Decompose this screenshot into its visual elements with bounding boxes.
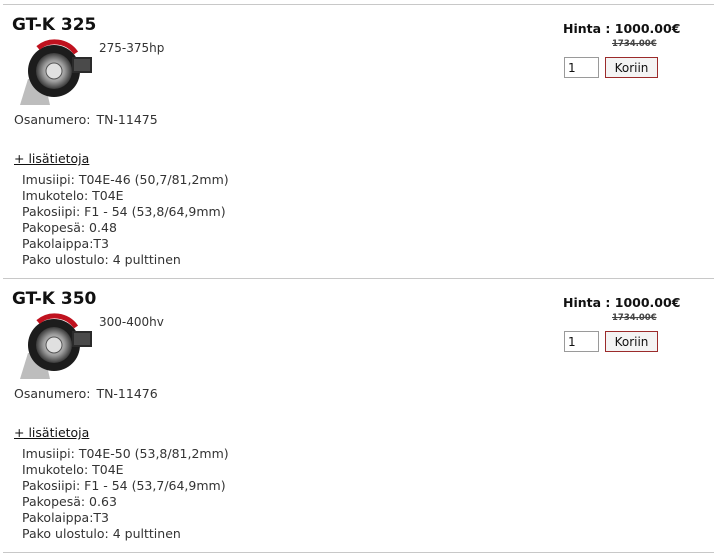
quantity-input[interactable] — [564, 57, 599, 78]
spec-list: Imusiipi: T04E-46 (50,7/81,2mm) Imukotel… — [22, 172, 229, 268]
part-number: Osanumero: TN-11476 — [14, 386, 158, 401]
price: Hinta : 1000.00€ — [563, 295, 681, 310]
spec-list: Imusiipi: T04E-50 (53,8/81,2mm) Imukotel… — [22, 446, 229, 542]
power-rating: 275-375hp — [99, 41, 165, 55]
old-price: 1734.00€ — [612, 39, 657, 49]
price-box: Hinta : 1000.00€ 1734.00€ Koriin — [563, 295, 703, 352]
spec-item: Pakopesä: 0.63 — [22, 494, 117, 509]
turbocharger-icon[interactable] — [14, 313, 94, 379]
price-box: Hinta : 1000.00€ 1734.00€ Koriin — [563, 21, 703, 78]
product-title[interactable]: GT-K 350 — [12, 289, 96, 309]
quantity-input[interactable] — [564, 331, 599, 352]
spec-item: Imukotelo: T04E — [22, 188, 124, 203]
more-info-link[interactable]: + lisätietoja — [14, 151, 89, 166]
add-to-cart-button[interactable]: Koriin — [605, 331, 658, 352]
spec-item: Imusiipi: T04E-46 (50,7/81,2mm) — [22, 172, 229, 187]
product-card: GT-K 350 300-400hv Osanumero: TN-11476 +… — [3, 278, 714, 553]
part-number: Osanumero: TN-11475 — [14, 112, 158, 127]
spec-item: Pakopesä: 0.48 — [22, 220, 117, 235]
product-card: GT-K 325 275-375hp Osanumero: TN-11475 +… — [3, 4, 714, 278]
spec-item: Pakosiipi: F1 - 54 (53,8/64,9mm) — [22, 204, 226, 219]
product-title[interactable]: GT-K 325 — [12, 15, 96, 35]
part-number-value: TN-11476 — [96, 386, 158, 401]
spec-item: Imusiipi: T04E-50 (53,8/81,2mm) — [22, 446, 229, 461]
spec-item: Pakosiipi: F1 - 54 (53,7/64,9mm) — [22, 478, 226, 493]
spec-item: Pakolaippa:T3 — [22, 510, 110, 525]
part-number-value: TN-11475 — [96, 112, 158, 127]
power-rating: 300-400hv — [99, 315, 164, 329]
spec-item: Pako ulostulo: 4 pulttinen — [22, 526, 181, 541]
spec-item: Pakolaippa:T3 — [22, 236, 110, 251]
more-info-link[interactable]: + lisätietoja — [14, 425, 89, 440]
part-number-label: Osanumero: — [14, 112, 91, 127]
spec-item: Pako ulostulo: 4 pulttinen — [22, 252, 181, 267]
turbocharger-icon[interactable] — [14, 39, 94, 105]
spec-item: Imukotelo: T04E — [22, 462, 124, 477]
add-to-cart-button[interactable]: Koriin — [605, 57, 658, 78]
price: Hinta : 1000.00€ — [563, 21, 681, 36]
part-number-label: Osanumero: — [14, 386, 91, 401]
old-price: 1734.00€ — [612, 313, 657, 323]
